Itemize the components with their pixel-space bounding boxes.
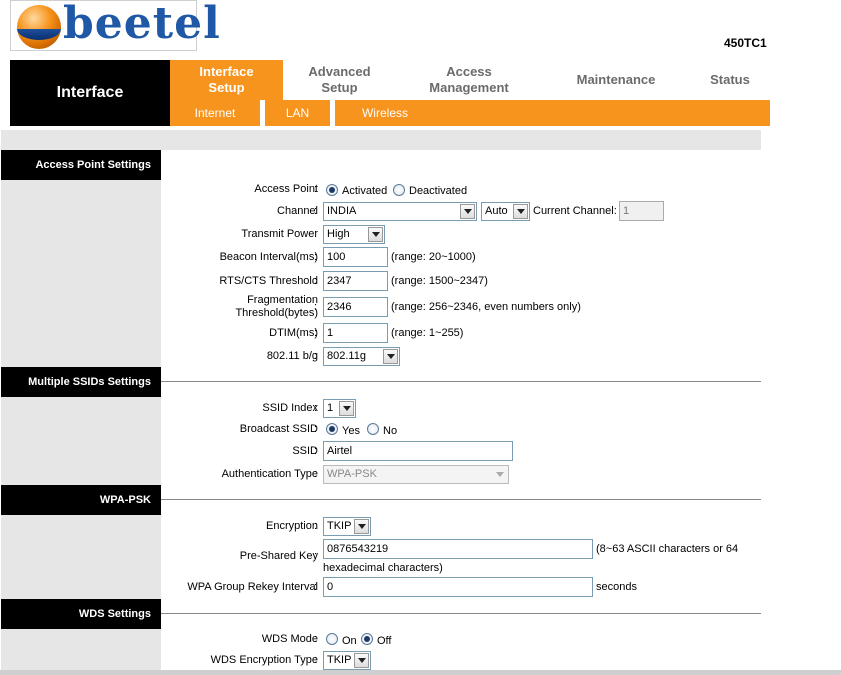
- wds-mode-label: WDS Mode: [261, 633, 318, 645]
- left-column: [1, 150, 161, 675]
- beacon-interval-input[interactable]: 100: [323, 247, 388, 267]
- transmit-power-select[interactable]: High: [323, 225, 385, 244]
- current-channel-field: 1: [619, 201, 664, 221]
- brand-logo: beetel: [10, 0, 220, 51]
- section-multiple-ssids-settings: Multiple SSIDs Settings: [1, 367, 161, 397]
- rekey-interval-input[interactable]: 0: [323, 577, 593, 597]
- section-wpa-psk: WPA-PSK: [1, 485, 161, 515]
- fragmentation-range-hint: (range: 256~2346, even numbers only): [391, 301, 581, 313]
- section-divider: [161, 499, 761, 500]
- tab-maintenance[interactable]: Maintenance: [542, 60, 690, 100]
- tab-status[interactable]: Status: [690, 60, 770, 100]
- model-number: 450TC1: [724, 36, 767, 50]
- chevron-down-icon: [339, 401, 354, 416]
- section-access-point-settings: Access Point Settings: [1, 150, 161, 180]
- tab-interface-setup[interactable]: Interface Setup: [170, 60, 283, 100]
- main-nav: Interface Setup Advanced Setup Access Manag…: [170, 60, 770, 100]
- taskbar-strip: [0, 670, 841, 675]
- rekey-interval-label: WPA Group Rekey Interval: [187, 581, 318, 593]
- wireless-mode-label: 802.11 b/g: [266, 350, 318, 362]
- chevron-down-icon: [513, 204, 528, 219]
- access-point-deactivated-radio[interactable]: [393, 184, 405, 196]
- beacon-interval-label: Beacon Interval(ms): [219, 251, 318, 263]
- access-point-label: Access Point: [254, 183, 318, 195]
- transmit-power-label: Transmit Power: [241, 228, 318, 240]
- wds-mode-off-radio[interactable]: [361, 633, 373, 645]
- channel-country-select[interactable]: INDIA: [323, 202, 477, 221]
- broadcast-ssid-yes-radio[interactable]: [326, 423, 338, 435]
- pre-shared-key-label: Pre-Shared Key: [239, 550, 318, 562]
- ssid-input[interactable]: Airtel: [323, 441, 513, 461]
- section-divider: [161, 381, 761, 382]
- subtab-wireless[interactable]: Wireless: [335, 100, 435, 126]
- psk-hint-line1: (8~63 ASCII characters or 64: [596, 543, 739, 555]
- dtim-range-hint: (range: 1~255): [391, 327, 464, 339]
- subtab-internet[interactable]: Internet: [170, 100, 260, 126]
- psk-hint-line2: hexadecimal characters): [323, 562, 443, 574]
- rts-range-hint: (range: 1500~2347): [391, 275, 488, 287]
- current-channel-label: Current Channel:: [533, 205, 617, 217]
- tab-access-management[interactable]: Access Management: [396, 60, 542, 100]
- beacon-range-hint: (range: 20~1000): [391, 251, 476, 263]
- wds-encryption-type-label: WDS Encryption Type: [210, 654, 318, 666]
- broadcast-ssid-no-radio[interactable]: [367, 423, 379, 435]
- authentication-type-label: Authentication Type: [221, 468, 318, 480]
- chevron-down-icon: [383, 349, 398, 364]
- wds-off-label: Off: [377, 635, 392, 647]
- authentication-type-select[interactable]: WPA-PSK: [323, 465, 509, 484]
- chevron-down-icon: [460, 204, 475, 219]
- deactivated-label: Deactivated: [409, 185, 468, 197]
- chevron-down-icon: [368, 227, 383, 242]
- chevron-down-icon: [354, 519, 369, 534]
- rts-threshold-input[interactable]: 2347: [323, 271, 388, 291]
- rekey-unit-label: seconds: [596, 581, 637, 593]
- broadcast-no-label: No: [383, 425, 398, 437]
- pre-shared-key-input[interactable]: 0876543219: [323, 539, 593, 559]
- wireless-mode-select[interactable]: 802.11g: [323, 347, 400, 366]
- wds-mode-on-radio[interactable]: [326, 633, 338, 645]
- channel-number-select[interactable]: Auto: [481, 202, 530, 221]
- rts-threshold-label: RTS/CTS Threshold: [219, 275, 318, 287]
- tab-advanced-setup[interactable]: Advanced Setup: [283, 60, 396, 100]
- current-section-title: Interface: [10, 60, 170, 126]
- content-top-bar: [1, 130, 761, 150]
- section-divider: [161, 613, 761, 614]
- subtab-lan[interactable]: LAN: [265, 100, 330, 126]
- encryption-label: Encryption: [266, 520, 318, 532]
- sub-nav: Internet LAN Wireless: [170, 100, 770, 126]
- channel-label: Channel: [277, 205, 318, 217]
- dtim-label: DTIM(ms): [269, 327, 318, 339]
- logo-globe-icon: [17, 5, 61, 49]
- wds-encryption-select[interactable]: TKIP: [323, 651, 371, 670]
- broadcast-ssid-label: Broadcast SSID: [239, 423, 318, 435]
- wds-on-label: On: [342, 635, 357, 647]
- broadcast-yes-label: Yes: [342, 425, 360, 437]
- logo-text: beetel: [63, 0, 221, 49]
- dtim-input[interactable]: 1: [323, 323, 388, 343]
- section-wds-settings: WDS Settings: [1, 599, 161, 629]
- chevron-down-icon: [354, 653, 369, 668]
- encryption-select[interactable]: TKIP: [323, 517, 371, 536]
- access-point-activated-radio[interactable]: [326, 184, 338, 196]
- ssid-index-label: SSID Index: [262, 402, 318, 414]
- activated-label: Activated: [342, 185, 388, 197]
- chevron-down-icon: [492, 467, 507, 482]
- ssid-label: SSID: [292, 445, 318, 457]
- ssid-index-select[interactable]: 1: [323, 399, 356, 418]
- fragmentation-threshold-input[interactable]: 2346: [323, 297, 388, 317]
- fragmentation-threshold-label: Fragmentation Threshold(bytes): [235, 294, 318, 319]
